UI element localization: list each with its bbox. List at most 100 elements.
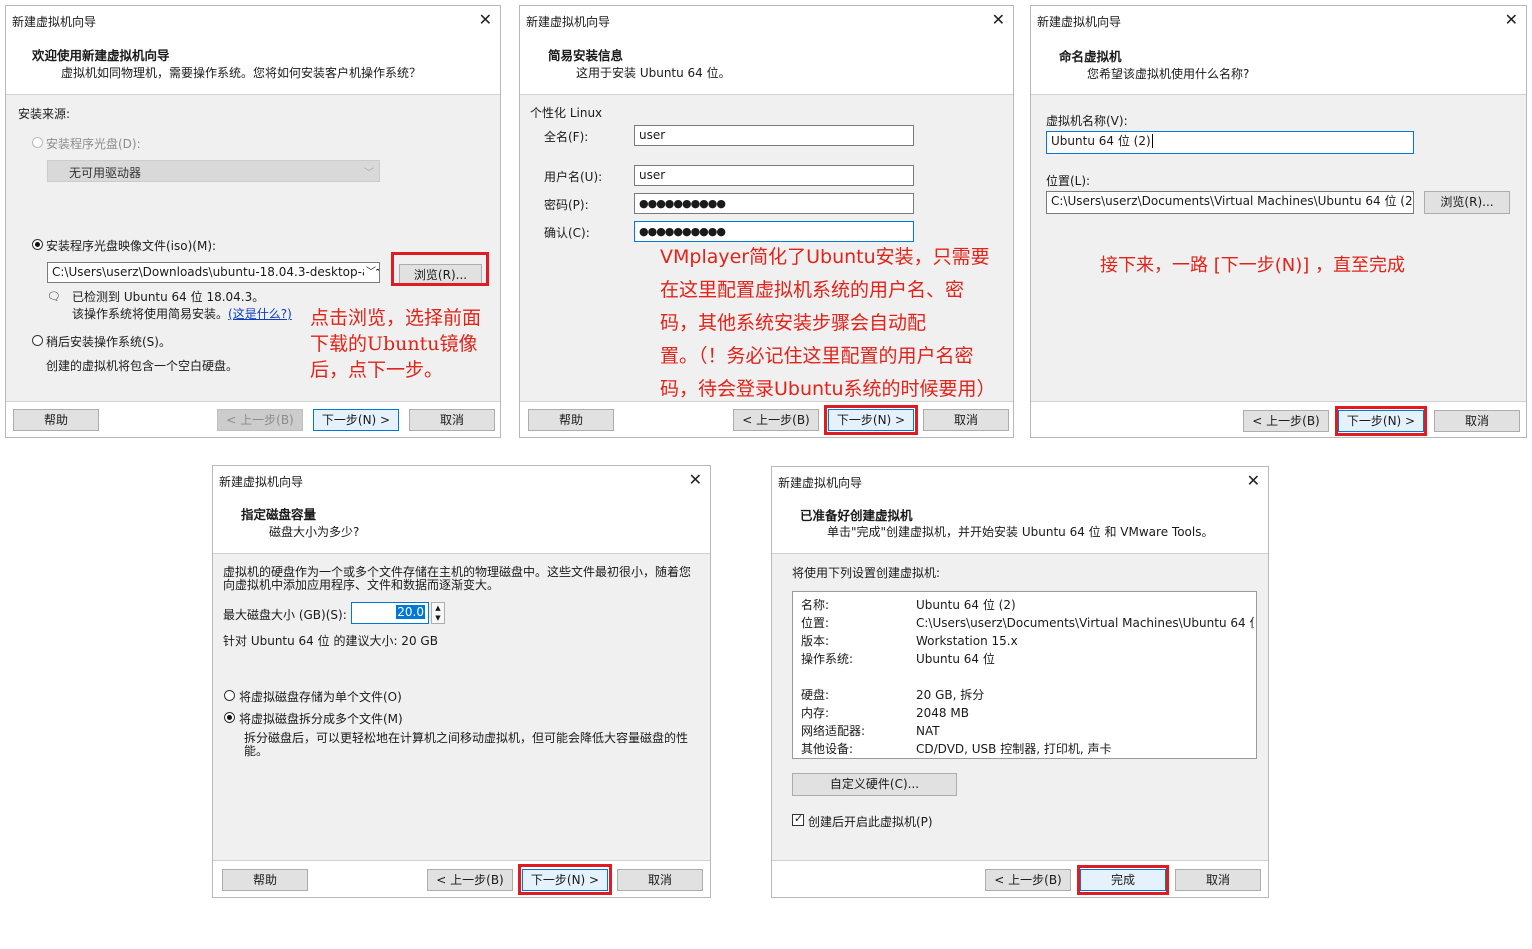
page-subtitle: 磁盘大小为多少? bbox=[269, 525, 360, 539]
settings-intro: 将使用下列设置创建虚拟机: bbox=[792, 566, 941, 580]
location-label: 位置(L): bbox=[1046, 174, 1091, 188]
window-title: 新建虚拟机向导 bbox=[12, 15, 97, 29]
help-button[interactable]: 帮助 bbox=[13, 409, 99, 431]
setting-value: Ubuntu 64 位 (2) bbox=[916, 598, 1016, 612]
title-bar: 新建虚拟机向导 ✕ bbox=[6, 6, 500, 36]
iso-radio[interactable] bbox=[32, 239, 43, 250]
disc-radio[interactable] bbox=[32, 137, 43, 148]
setting-key: 网络适配器: bbox=[801, 724, 866, 738]
close-icon[interactable]: ✕ bbox=[479, 10, 492, 30]
setting-key: 操作系统: bbox=[801, 652, 854, 666]
cancel-button[interactable]: 取消 bbox=[409, 409, 495, 431]
password-label: 密码(P): bbox=[544, 198, 589, 212]
back-button[interactable]: < 上一步(B) bbox=[427, 869, 513, 891]
disc-drive-select[interactable]: 无可用驱动器 ﹀ bbox=[47, 160, 380, 182]
setting-value: NAT bbox=[916, 724, 940, 738]
page-title: 欢迎使用新建虚拟机向导 bbox=[32, 48, 170, 63]
iso-path-combobox[interactable]: C:\Users\userz\Downloads\ubuntu-18.04.3-… bbox=[47, 262, 380, 283]
setting-value: CD/DVD, USB 控制器, 打印机, 声卡 bbox=[916, 742, 1112, 756]
highlight-box bbox=[1077, 865, 1169, 895]
title-bar: 新建虚拟机向导 ✕ bbox=[1031, 6, 1526, 36]
annotation-line: 在这里配置虚拟机系统的用户名、密 bbox=[660, 279, 965, 301]
disk-size-label: 最大磁盘大小 (GB)(S): bbox=[223, 608, 347, 622]
annotation-line: 点击浏览，选择前面 bbox=[310, 307, 482, 329]
vm-name-input[interactable]: Ubuntu 64 位 (2) bbox=[1046, 131, 1414, 154]
power-on-checkbox[interactable]: ✓ bbox=[792, 812, 804, 826]
later-description: 创建的虚拟机将包含一个空白硬盘。 bbox=[46, 359, 239, 373]
annotation-note: 点击浏览，选择前面 下载的Ubuntu镜像 后，点下一步。 bbox=[310, 305, 481, 383]
annotation-line: 码，待会登录Ubuntu系统的时候要用） bbox=[660, 378, 996, 400]
setting-key: 内存: bbox=[801, 706, 830, 720]
single-file-radio[interactable] bbox=[224, 690, 235, 701]
iso-path-value: C:\Users\userz\Downloads\ubuntu-18.04.3-… bbox=[52, 265, 380, 279]
whats-this-link[interactable]: (这是什么?) bbox=[228, 307, 292, 321]
cancel-button[interactable]: 取消 bbox=[1434, 410, 1520, 432]
multi-file-radio[interactable] bbox=[224, 712, 235, 723]
fullname-input[interactable]: user bbox=[634, 125, 914, 146]
page-subtitle: 虚拟机如同物理机，需要操作系统。您将如何安装客户机操作系统？ bbox=[61, 66, 422, 80]
setting-value bbox=[916, 668, 1254, 686]
browse-button[interactable]: 浏览(R)... bbox=[1424, 191, 1510, 214]
dialog-install-source: 新建虚拟机向导 ✕ 欢迎使用新建虚拟机向导 虚拟机如同物理机，需要操作系统。您将… bbox=[5, 5, 501, 438]
close-icon[interactable]: ✕ bbox=[1505, 10, 1518, 30]
highlight-box bbox=[391, 252, 489, 286]
password-input[interactable]: ●●●●●●●●●● bbox=[634, 193, 914, 214]
dialog-easy-install: 新建虚拟机向导 ✕ 简易安装信息 这用于安装 Ubuntu 64 位。 个性化 … bbox=[519, 5, 1014, 438]
cancel-button[interactable]: 取消 bbox=[923, 409, 1009, 431]
window-title: 新建虚拟机向导 bbox=[778, 476, 863, 490]
disk-description: 虚拟机的硬盘作为一个或多个文件存储在主机的物理磁盘中。这些文件最初很小，随着您 … bbox=[223, 566, 691, 592]
back-button[interactable]: < 上一步(B) bbox=[985, 869, 1071, 891]
customize-hardware-button[interactable]: 自定义硬件(C)... bbox=[792, 773, 957, 796]
window-title: 新建虚拟机向导 bbox=[526, 15, 611, 29]
window-title: 新建虚拟机向导 bbox=[219, 475, 304, 489]
description-line: 拆分磁盘后，可以更轻松地在计算机之间移动虚拟机，但可能会降低大容量磁盘的性 bbox=[244, 731, 689, 745]
dialog-name-vm: 新建虚拟机向导 ✕ 命名虚拟机 您希望该虚拟机使用什么名称? 虚拟机名称(V):… bbox=[1030, 5, 1527, 438]
later-radio[interactable] bbox=[32, 335, 43, 346]
location-input[interactable]: C:\Users\userz\Documents\Virtual Machine… bbox=[1046, 191, 1414, 214]
highlight-box bbox=[824, 405, 918, 435]
help-button[interactable]: 帮助 bbox=[222, 869, 308, 891]
annotation-line: 码，其他系统安装步骤会自动配 bbox=[660, 312, 927, 334]
help-button[interactable]: 帮助 bbox=[528, 409, 614, 431]
close-icon[interactable]: ✕ bbox=[1247, 471, 1260, 491]
checkmark-icon: ✓ bbox=[794, 812, 804, 825]
highlight-box bbox=[518, 864, 612, 895]
cancel-button[interactable]: 取消 bbox=[1175, 869, 1261, 891]
setting-key: 名称: bbox=[801, 598, 830, 612]
page-title: 简易安装信息 bbox=[548, 48, 624, 63]
fullname-label: 全名(F): bbox=[544, 130, 589, 144]
setting-key: 版本: bbox=[801, 634, 830, 648]
setting-value: 20 GB, 拆分 bbox=[916, 688, 985, 702]
title-bar: 新建虚拟机向导 ✕ bbox=[520, 6, 1013, 36]
cancel-button[interactable]: 取消 bbox=[617, 869, 703, 891]
confirm-input[interactable]: ●●●●●●●●●● bbox=[634, 221, 914, 242]
page-title: 命名虚拟机 bbox=[1059, 49, 1122, 64]
back-button[interactable]: < 上一步(B) bbox=[217, 409, 303, 431]
chevron-down-icon: ﹀ bbox=[364, 168, 374, 179]
highlight-box bbox=[1335, 406, 1427, 436]
setting-value: Workstation 15.x bbox=[916, 634, 1018, 648]
title-bar: 新建虚拟机向导 ✕ bbox=[213, 466, 710, 496]
disk-size-value: 20.0 bbox=[396, 605, 425, 619]
description-line: 向虚拟机中添加应用程序、文件和数据而逐渐变大。 bbox=[223, 578, 500, 592]
setting-key: 硬盘: bbox=[801, 688, 830, 702]
disc-drive-value: 无可用驱动器 bbox=[69, 166, 142, 180]
chevron-down-icon[interactable]: ▼ bbox=[432, 613, 444, 623]
single-file-label: 将虚拟磁盘存储为单个文件(O) bbox=[239, 690, 402, 704]
back-button[interactable]: < 上一步(B) bbox=[733, 409, 819, 431]
disk-size-input[interactable]: 20.0 bbox=[351, 602, 429, 624]
disk-size-stepper[interactable]: ▲ ▼ bbox=[431, 602, 445, 624]
multi-file-label: 将虚拟磁盘拆分成多个文件(M) bbox=[239, 712, 403, 726]
section-label: 个性化 Linux bbox=[530, 106, 603, 120]
later-option-label: 稍后安装操作系统(S)。 bbox=[46, 335, 171, 349]
annotation-note: 接下来，一路 [下一步(N)] ，直至完成 bbox=[1100, 255, 1405, 276]
easy-install-text: 该操作系统将使用简易安装。(这是什么?) bbox=[72, 305, 292, 322]
back-button[interactable]: < 上一步(B) bbox=[1243, 410, 1329, 432]
chevron-up-icon[interactable]: ▲ bbox=[432, 603, 444, 613]
close-icon[interactable]: ✕ bbox=[992, 10, 1005, 30]
username-input[interactable]: user bbox=[634, 165, 914, 186]
close-icon[interactable]: ✕ bbox=[689, 470, 702, 490]
content-panel: 虚拟机的硬盘作为一个或多个文件存储在主机的物理磁盘中。这些文件最初很小，随着您 … bbox=[213, 553, 710, 861]
next-button[interactable]: 下一步(N) > bbox=[313, 409, 399, 431]
easy-install-label: 该操作系统将使用简易安装。 bbox=[72, 307, 229, 321]
